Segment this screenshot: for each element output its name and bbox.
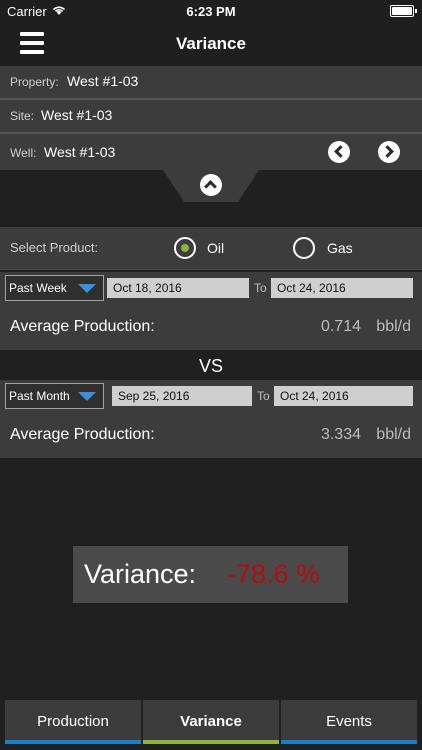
tab-production[interactable]: Production [5, 700, 141, 744]
site-value: West #1-03 [41, 107, 113, 123]
product-selector: Select Product: Oil Gas [0, 227, 422, 270]
navigation-bar: Variance [0, 22, 422, 66]
period-1-unit: bbl/d [376, 318, 411, 335]
period-1-to-date[interactable]: Oct 24, 2016 [271, 278, 413, 298]
period-1-to-label: To [254, 281, 267, 295]
period-2-unit: bbl/d [376, 426, 411, 443]
period-2-dropdown[interactable]: Past Month [5, 383, 104, 409]
period-1-block: Past Week Oct 18, 2016 To Oct 24, 2016 A… [0, 272, 422, 350]
previous-well-button[interactable] [328, 141, 350, 163]
variance-label: Variance: [84, 559, 197, 589]
property-row: Property: West #1-03 [0, 66, 422, 100]
page-title: Variance [176, 34, 246, 53]
period-1-average-label: Average Production: [10, 318, 155, 335]
well-info-panel: Property: West #1-03 Site: West #1-03 We… [0, 66, 422, 170]
gas-radio[interactable] [293, 237, 315, 259]
well-label: Well: [10, 146, 37, 160]
bottom-tab-bar: Production Variance Events [5, 700, 417, 744]
tab-events[interactable]: Events [281, 700, 417, 744]
variance-result: Variance: -78.6 % [73, 546, 348, 603]
gas-radio-label[interactable]: Gas [327, 240, 353, 256]
variance-value: -78.6 % [227, 559, 321, 589]
tab-variance[interactable]: Variance [143, 700, 279, 744]
collapse-up-icon[interactable] [200, 174, 222, 196]
battery-icon [390, 5, 417, 17]
site-row: Site: West #1-03 [0, 100, 422, 134]
period-2-average-label: Average Production: [10, 426, 155, 443]
period-1-from-date[interactable]: Oct 18, 2016 [107, 278, 249, 298]
site-label: Site: [10, 109, 35, 123]
period-2-from-date[interactable]: Sep 25, 2016 [112, 386, 252, 406]
period-2-to-date[interactable]: Oct 24, 2016 [274, 386, 413, 406]
well-value: West #1-03 [44, 144, 116, 160]
period-1-dropdown[interactable]: Past Week [5, 275, 104, 301]
period-2-block: Past Month Sep 25, 2016 To Oct 24, 2016 … [0, 380, 422, 458]
period-2-average-value: 3.334 [320, 426, 361, 443]
property-label: Property: [10, 75, 59, 89]
select-product-label: Select Product: [10, 240, 99, 255]
next-well-button[interactable] [378, 141, 400, 163]
clock: 6:23 PM [186, 4, 236, 19]
oil-radio[interactable] [174, 237, 196, 259]
oil-radio-label[interactable]: Oil [207, 240, 224, 256]
status-bar: Carrier 6:23 PM [0, 0, 422, 22]
period-2-dropdown-value: Past Month [9, 389, 70, 403]
well-row: Well: West #1-03 [0, 134, 422, 170]
property-value: West #1-03 [67, 73, 139, 89]
dropdown-arrow-icon [78, 284, 96, 293]
dropdown-arrow-icon [78, 392, 96, 401]
period-1-average-value: 0.714 [320, 318, 361, 335]
vs-label: VS [198, 356, 223, 376]
period-2-to-label: To [257, 389, 270, 403]
period-1-dropdown-value: Past Week [9, 281, 67, 295]
